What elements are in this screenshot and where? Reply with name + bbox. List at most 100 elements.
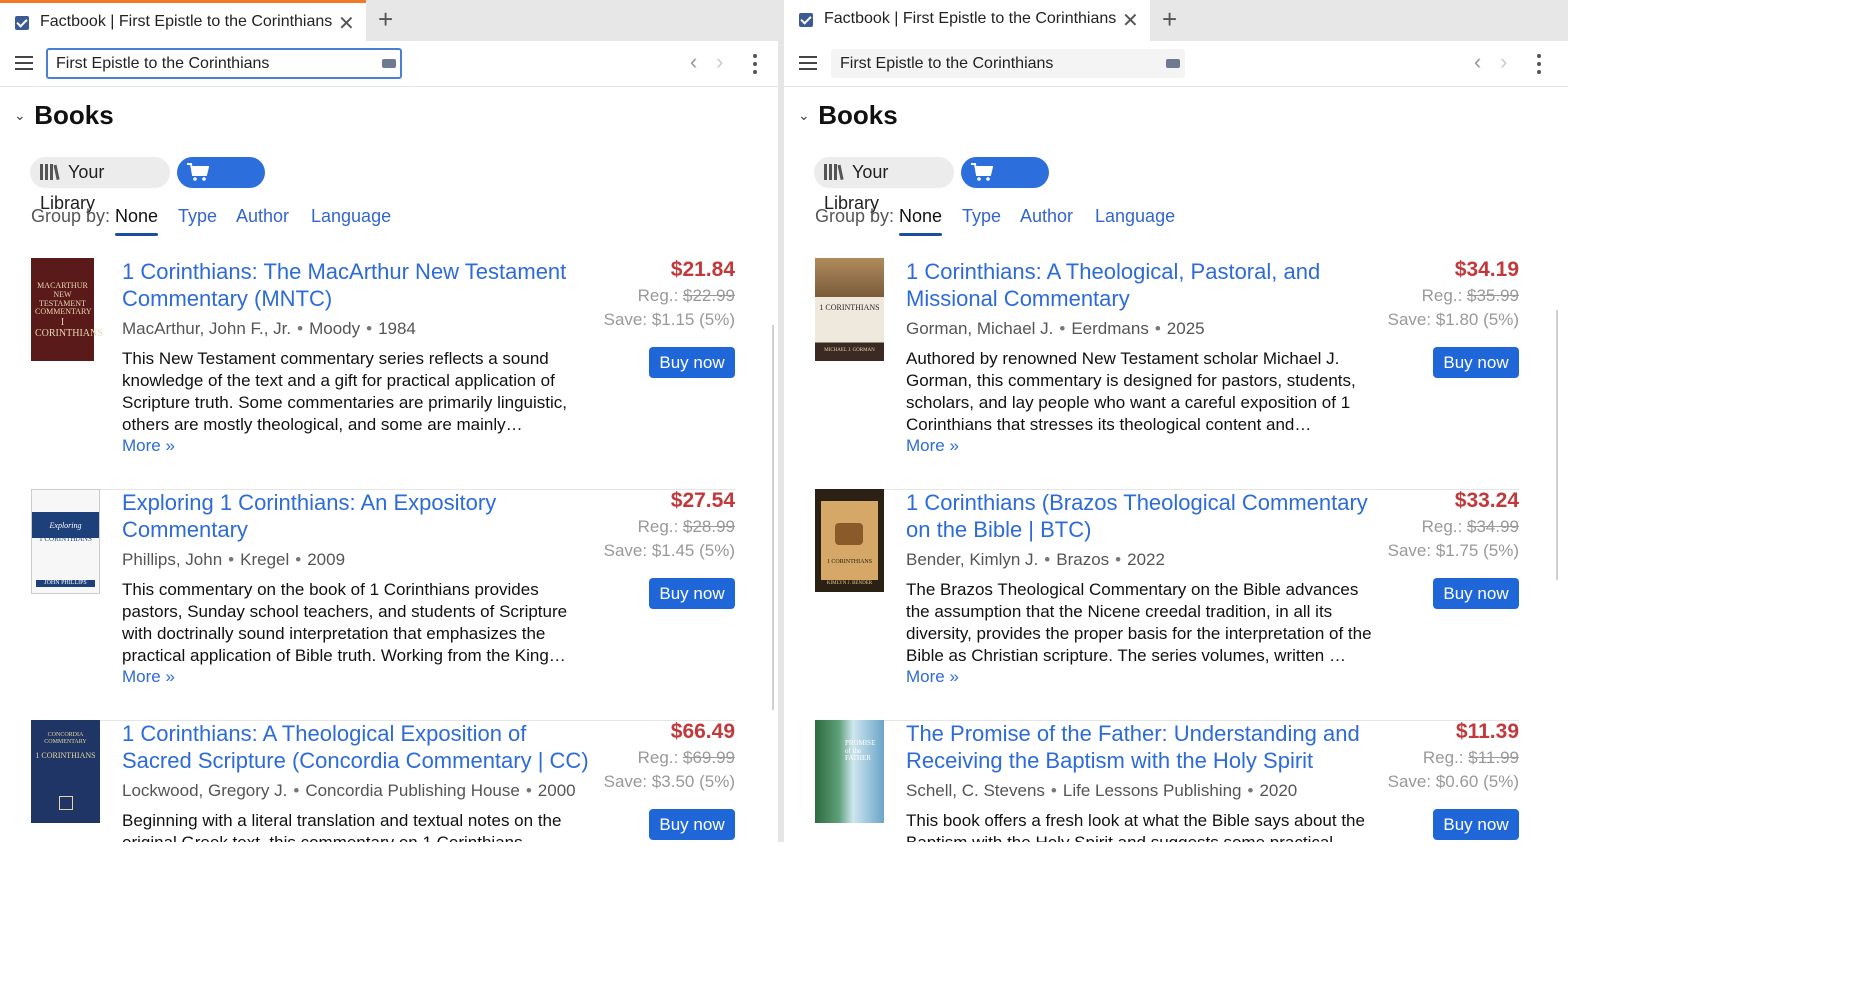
book-year: 2000	[537, 781, 576, 800]
chevron-down-icon[interactable]: ⌄	[798, 107, 810, 124]
buy-now-button[interactable]: Buy now	[1433, 578, 1519, 609]
regular-price: Reg.: $35.99	[1421, 286, 1519, 305]
book-title-link[interactable]: 1 Corinthians: The MacArthur New Testame…	[122, 258, 592, 312]
book-cover[interactable]: MACARTHUR NEW TESTAMENT COMMENTARY I CORINT…	[31, 258, 103, 361]
book-year: 2025	[1166, 319, 1205, 338]
book-publisher[interactable]: Concordia Publishing House	[305, 781, 520, 800]
tab-strip: Factbook | First Epistle to the Corinthi…	[784, 0, 1568, 41]
back-arrow-icon[interactable]: ‹	[690, 49, 697, 75]
regular-price: Reg.: $28.99	[637, 517, 735, 536]
more-link[interactable]: More »	[906, 436, 959, 456]
book-cover[interactable]: Exploring 1 CORINTHIANS JOHN PHILLIPS	[31, 489, 100, 594]
book-title-link[interactable]: 1 Corinthians: A Theological, Pastoral, …	[906, 258, 1376, 312]
book-meta: Bender, Kimlyn J. • Brazos • 2022	[906, 550, 1165, 569]
book-cover[interactable]: CONCORDIA COMMENTARY 1 CORINTHIANS	[31, 720, 100, 823]
book-publisher[interactable]: Kregel	[240, 550, 289, 569]
buy-now-button[interactable]: Buy now	[649, 809, 735, 840]
group-by-bar: Group by: None Type Author Language	[815, 206, 1175, 236]
address-bar: ‹ ›	[0, 41, 778, 87]
keyboard-icon[interactable]	[382, 59, 396, 68]
book-description: Beginning with a literal translation and…	[122, 811, 562, 842]
cart-icon	[971, 163, 993, 181]
book-cover[interactable]: 1 CORINTHIANS MICHAEL J. GORMAN	[815, 258, 884, 361]
book-cover[interactable]: PROMISE of the FATHER	[815, 720, 884, 823]
book-year: 2009	[307, 550, 346, 569]
store-toggle[interactable]: Store	[177, 157, 265, 213]
scrollbar[interactable]	[772, 325, 774, 710]
tab-title: Factbook | First Epistle to the Corinthi…	[40, 13, 333, 30]
store-toggle[interactable]: Store	[961, 157, 1049, 213]
book-description: This New Testament commentary series ref…	[122, 349, 567, 434]
group-by-author[interactable]: Author	[236, 206, 289, 227]
book-author[interactable]: Lockwood, Gregory J.	[122, 781, 287, 800]
search-input[interactable]	[838, 53, 1162, 75]
book-meta: Phillips, John • Kregel • 2009	[122, 550, 346, 569]
hamburger-menu-icon[interactable]	[15, 56, 33, 70]
search-box[interactable]	[46, 48, 402, 79]
cover-text: MACARTHUR NEW TESTAMENT COMMENTARY I CORINT…	[35, 281, 103, 340]
browser-tab[interactable]: Factbook | First Epistle to the Corinthi…	[784, 0, 1150, 41]
books-section-header[interactable]: ⌄ Books	[14, 100, 114, 131]
regular-price: Reg.: $69.99	[637, 748, 735, 767]
buy-now-button[interactable]: Buy now	[1433, 347, 1519, 378]
books-section-header[interactable]: ⌄ Books	[798, 100, 898, 131]
more-options-icon[interactable]	[1537, 54, 1541, 78]
hamburger-menu-icon[interactable]	[799, 56, 817, 70]
book-author[interactable]: MacArthur, John F., Jr.	[122, 319, 291, 338]
savings-text: Save: $1.45 (5%)	[603, 541, 735, 560]
more-link[interactable]: More »	[906, 667, 959, 687]
cart-icon	[187, 163, 209, 181]
forward-arrow-icon[interactable]: ›	[1500, 49, 1507, 75]
book-author[interactable]: Schell, C. Stevens	[906, 781, 1045, 800]
forward-arrow-icon[interactable]: ›	[716, 49, 723, 75]
group-by-label: Group by:	[31, 206, 111, 226]
buy-now-button[interactable]: Buy now	[649, 578, 735, 609]
cover-text: PROMISE of the FATHER	[845, 739, 876, 763]
new-tab-button[interactable]: +	[1162, 4, 1177, 35]
library-icon	[40, 164, 60, 180]
book-publisher[interactable]: Brazos	[1056, 550, 1109, 569]
group-by-language[interactable]: Language	[311, 206, 391, 227]
sale-price: $66.49	[670, 720, 735, 743]
tab-close-icon[interactable]: ✕	[338, 11, 355, 36]
group-by-author[interactable]: Author	[1020, 206, 1073, 227]
group-by-type[interactable]: Type	[178, 206, 217, 227]
scrollbar[interactable]	[1556, 310, 1558, 580]
back-arrow-icon[interactable]: ‹	[1474, 49, 1481, 75]
buy-now-button[interactable]: Buy now	[1433, 809, 1519, 840]
book-publisher[interactable]: Life Lessons Publishing	[1063, 781, 1242, 800]
group-by-none[interactable]: None	[115, 206, 159, 236]
book-publisher[interactable]: Eerdmans	[1071, 319, 1148, 338]
more-link[interactable]: More »	[122, 436, 175, 456]
book-author[interactable]: Bender, Kimlyn J.	[906, 550, 1038, 569]
group-by-none[interactable]: None	[899, 206, 943, 236]
book-author[interactable]: Gorman, Michael J.	[906, 319, 1053, 338]
savings-text: Save: $3.50 (5%)	[603, 772, 735, 791]
chevron-down-icon[interactable]: ⌄	[14, 107, 26, 124]
book-title-link[interactable]: Exploring 1 Corinthians: An Expository C…	[122, 489, 592, 543]
book-title-link[interactable]: 1 Corinthians: A Theological Exposition …	[122, 720, 592, 774]
book-title-link[interactable]: 1 Corinthians (Brazos Theological Commen…	[906, 489, 1376, 543]
search-box[interactable]	[831, 49, 1185, 78]
group-by-language[interactable]: Language	[1095, 206, 1175, 227]
group-by-type[interactable]: Type	[962, 206, 1001, 227]
book-author[interactable]: Phillips, John	[122, 550, 222, 569]
more-options-icon[interactable]	[753, 54, 757, 78]
book-title-link[interactable]: The Promise of the Father: Understanding…	[906, 720, 1376, 774]
more-link[interactable]: More »	[122, 667, 175, 687]
book-publisher[interactable]: Moody	[309, 319, 360, 338]
tab-close-icon[interactable]: ✕	[1122, 8, 1139, 33]
search-input[interactable]	[54, 53, 378, 75]
your-library-toggle[interactable]: Your Library	[814, 157, 954, 213]
new-tab-button[interactable]: +	[378, 4, 393, 35]
book-cover[interactable]: 1 CORINTHIANS KIMLYN J. BENDER	[815, 489, 884, 592]
keyboard-icon[interactable]	[1166, 59, 1180, 68]
buy-now-button[interactable]: Buy now	[649, 347, 735, 378]
sale-price: $11.39	[1455, 720, 1519, 743]
book-description: This commentary on the book of 1 Corinth…	[122, 580, 568, 665]
book-item: 1 CORINTHIANS MICHAEL J. GORMAN 1 Corint…	[815, 258, 1519, 490]
browser-tab[interactable]: Factbook | First Epistle to the Corinthi…	[0, 0, 366, 41]
book-meta: Schell, C. Stevens • Life Lessons Publishi…	[906, 781, 1298, 800]
savings-text: Save: $1.80 (5%)	[1387, 310, 1519, 329]
your-library-toggle[interactable]: Your Library	[30, 157, 170, 213]
